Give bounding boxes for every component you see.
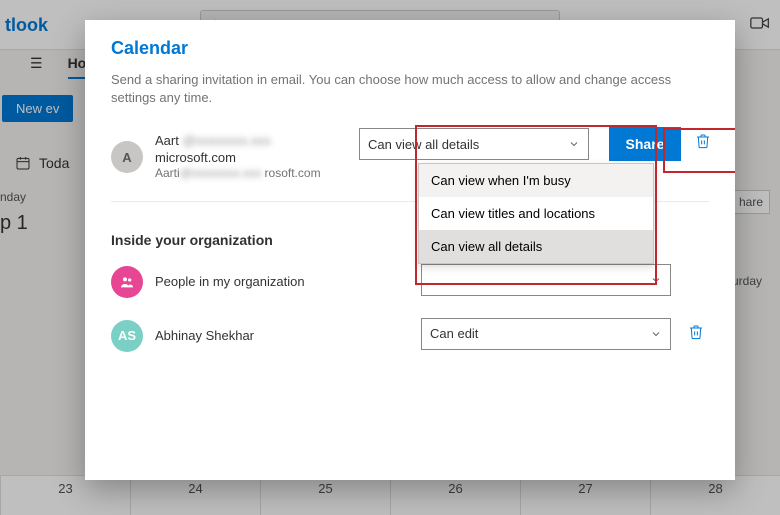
share-button[interactable]: Share (609, 127, 681, 161)
share-button-label: Share (626, 136, 665, 152)
permission-value: Can view all details (368, 137, 479, 152)
person-row: AS Abhinay Shekhar Can edit (111, 314, 709, 358)
dropdown-option[interactable]: Can view all details (419, 230, 653, 263)
remove-invitee-button[interactable] (693, 133, 713, 154)
permission-dropdown-list: Can view when I'm busy Can view titles a… (418, 163, 654, 264)
modal-title: Calendar (111, 38, 709, 59)
invitee-text: Aart @xxxxxxxx.xxx microsoft.com Aarti@x… (155, 133, 335, 181)
permission-value: Can edit (430, 326, 478, 341)
org-label: People in my organization (155, 274, 335, 290)
avatar: A (111, 141, 143, 173)
trash-icon (695, 133, 711, 149)
name-part: microsoft.com (155, 150, 236, 165)
invitee-email: Aarti@xxxxxxxx.xxx rosoft.com (155, 166, 335, 181)
email-part: Aarti (155, 166, 180, 180)
dropdown-option[interactable]: Can view titles and locations (419, 197, 653, 230)
person-name: Abhinay Shekhar (155, 328, 335, 344)
org-icon (111, 266, 143, 298)
chevron-down-icon (568, 138, 580, 150)
trash-icon (688, 324, 704, 340)
modal-description: Send a sharing invitation in email. You … (111, 71, 709, 107)
permission-select[interactable]: Can edit (421, 318, 671, 350)
people-icon (119, 274, 135, 290)
permission-select[interactable]: Can view all details (359, 128, 589, 160)
chevron-down-icon (650, 274, 662, 286)
permission-select[interactable] (421, 264, 671, 296)
email-blur: @xxxxxxxx.xxx (180, 166, 265, 180)
org-row: People in my organization (111, 260, 709, 304)
dropdown-option[interactable]: Can view when I'm busy (419, 164, 653, 197)
remove-person-button[interactable] (686, 324, 706, 345)
email-part: rosoft.com (265, 166, 321, 180)
chevron-down-icon (650, 328, 662, 340)
avatar: AS (111, 320, 143, 352)
name-blur: @xxxxxxxx.xxx (179, 133, 271, 148)
name-part: Aart (155, 133, 179, 148)
share-calendar-modal: Calendar Send a sharing invitation in em… (85, 20, 735, 480)
invitee-name: Aart @xxxxxxxx.xxx microsoft.com (155, 133, 335, 166)
